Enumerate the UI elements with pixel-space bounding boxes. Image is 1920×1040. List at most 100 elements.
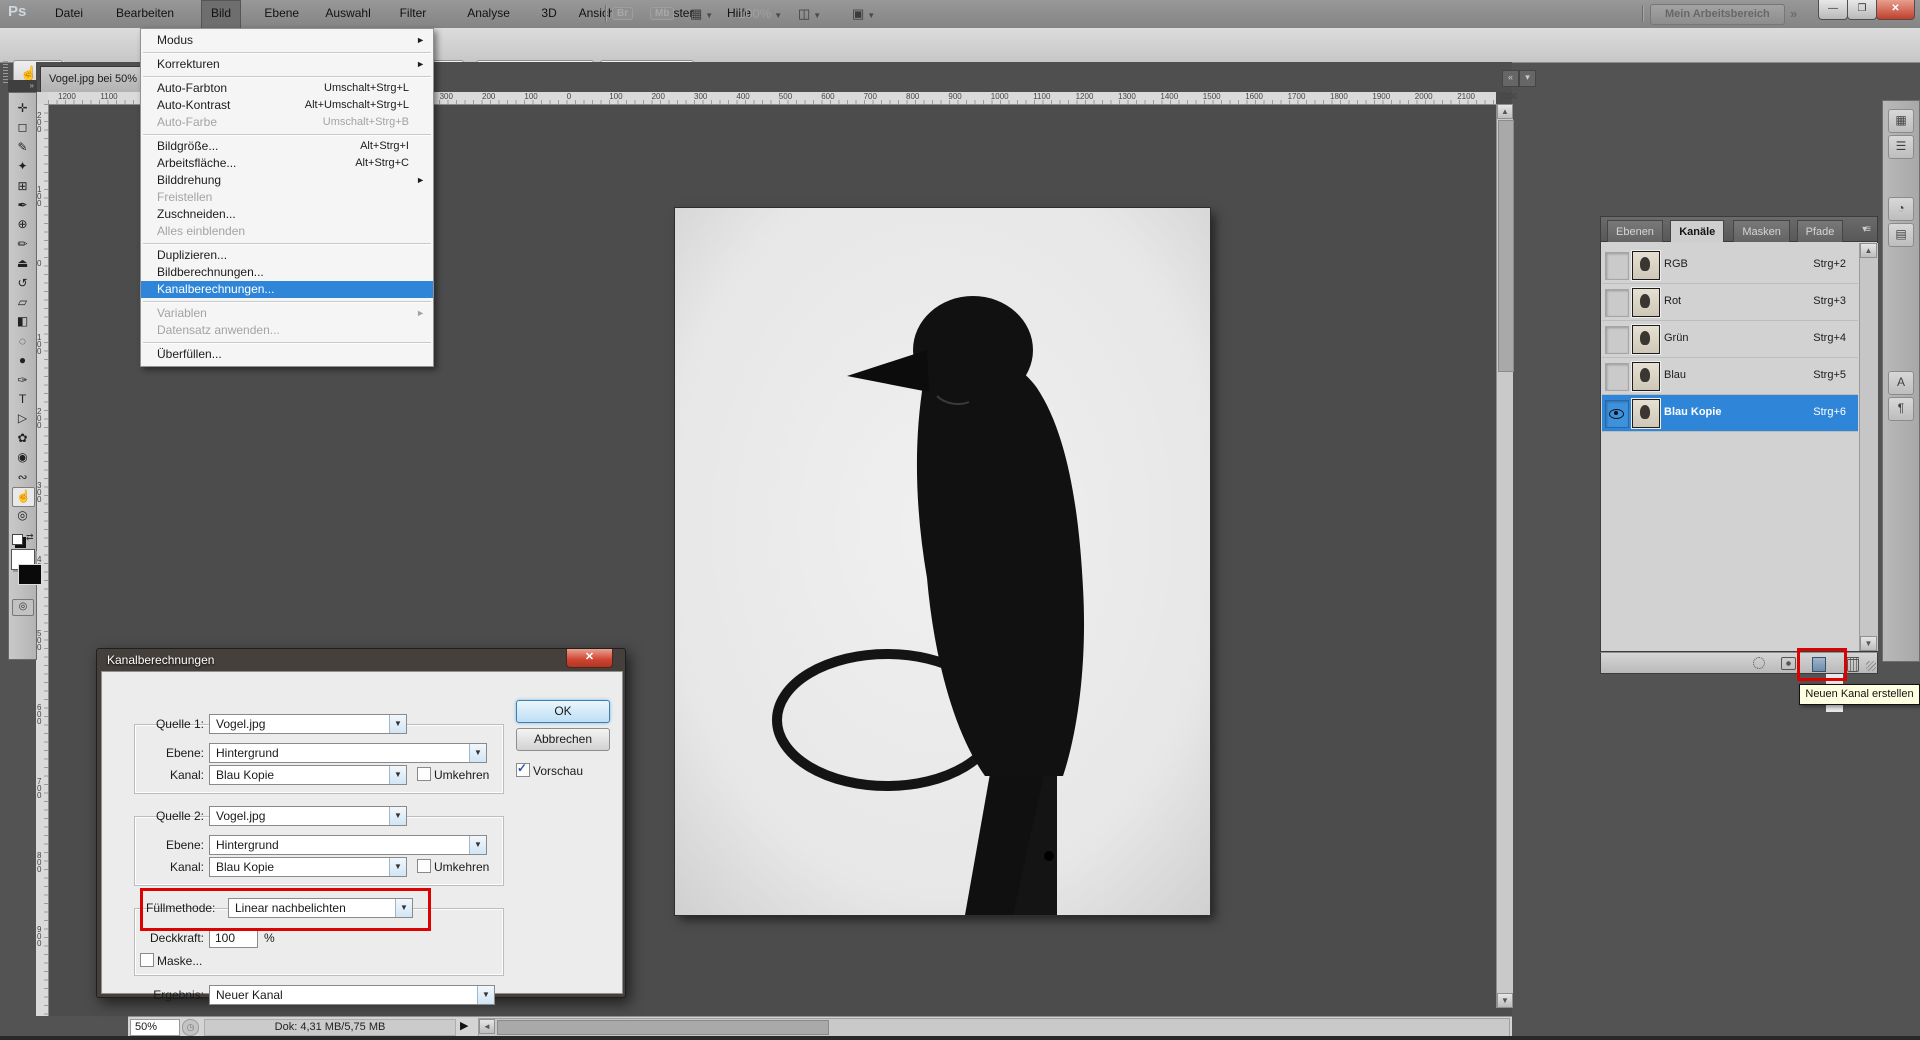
zoom-tool[interactable]: ◎	[12, 506, 33, 524]
eraser-tool[interactable]: ▱	[12, 293, 33, 311]
custom-shape-tool[interactable]: ✿	[12, 429, 33, 447]
pen-tool[interactable]: ✑	[12, 371, 33, 389]
canvas-image[interactable]	[675, 208, 1210, 915]
color-panel-icon[interactable]: ◔	[1888, 197, 1914, 221]
screen-mode-icon[interactable]: ▣▼	[852, 4, 875, 23]
character-panel-icon[interactable]: A	[1888, 371, 1914, 395]
channel-row-rgb[interactable]: RGBStrg+2	[1602, 247, 1858, 284]
3d-rotate-tool[interactable]: ◉	[12, 448, 33, 466]
history-brush-tool[interactable]: ↺	[12, 274, 33, 292]
styles-panel-icon[interactable]: ▤	[1888, 223, 1914, 247]
channel-row-blau-kopie[interactable]: Blau KopieStrg+6	[1602, 395, 1858, 432]
mask-checkbox[interactable]	[140, 953, 154, 967]
source2-channel-select[interactable]: Blau Kopie▼	[209, 857, 407, 877]
menu-3d[interactable]: 3D	[532, 0, 565, 27]
source2-select[interactable]: Vogel.jpg▼	[209, 806, 407, 826]
swap-colors-icon[interactable]: ⇄	[26, 532, 34, 543]
eyedropper-tool[interactable]: ✒	[12, 196, 33, 214]
menu-auswahl[interactable]: Auswahl	[316, 0, 379, 27]
scroll-down-icon[interactable]: ▼	[1497, 993, 1513, 1008]
brush-tool[interactable]: ✏	[12, 235, 33, 253]
visibility-toggle[interactable]	[1605, 289, 1629, 317]
histogram-panel-icon[interactable]: ☰	[1888, 135, 1914, 159]
type-tool[interactable]: T	[12, 390, 33, 408]
clone-stamp-tool[interactable]: ⏏	[12, 254, 33, 272]
scroll-down-icon[interactable]: ▼	[1860, 636, 1877, 651]
menu-item-datensatz-anwenden[interactable]: Datensatz anwenden...	[141, 322, 433, 339]
vertical-scroll-thumb[interactable]	[1498, 120, 1514, 372]
visibility-toggle[interactable]	[1605, 252, 1629, 280]
preview-checkbox[interactable]: ✓	[516, 763, 530, 777]
cancel-button[interactable]: Abbrechen	[516, 728, 610, 751]
arrange-documents-icon[interactable]: ◫▼	[798, 4, 821, 23]
horizontal-scroll-thumb[interactable]	[497, 1020, 829, 1035]
spot-healing-brush-tool[interactable]: ⊕	[12, 215, 33, 233]
source1-channel-select[interactable]: Blau Kopie▼	[209, 765, 407, 785]
workspace-overflow-icon[interactable]: »	[1790, 6, 1795, 21]
menu-bild[interactable]: Bild	[201, 0, 241, 28]
tab-masken[interactable]: Masken	[1733, 220, 1790, 244]
menu-item-arbeitsfläche[interactable]: Arbeitsfläche...Alt+Strg+C	[141, 155, 433, 172]
menu-item-zuschneiden[interactable]: Zuschneiden...	[141, 206, 433, 223]
toolbar-header[interactable]: »	[8, 80, 37, 92]
visibility-toggle[interactable]	[1605, 400, 1629, 428]
source1-select[interactable]: Vogel.jpg▼	[209, 714, 407, 734]
channel-row-rot[interactable]: RotStrg+3	[1602, 284, 1858, 321]
default-colors-icon[interactable]	[12, 534, 23, 545]
crop-tool[interactable]: ⊞	[12, 177, 33, 195]
load-channel-as-selection-icon[interactable]	[1753, 657, 1765, 669]
status-flyout-icon[interactable]: ▶	[460, 1019, 468, 1032]
menu-datei[interactable]: Datei	[46, 0, 92, 27]
panel-menu-icon[interactable]: ▾≡	[1862, 224, 1869, 235]
opacity-input[interactable]: 100	[209, 928, 258, 948]
burn-tool[interactable]: ●	[12, 351, 33, 369]
source1-invert-checkbox[interactable]	[417, 767, 431, 781]
save-selection-as-channel-icon[interactable]	[1781, 657, 1796, 670]
background-color-swatch[interactable]	[18, 564, 42, 585]
menu-item-überfüllen[interactable]: Überfüllen...	[141, 346, 433, 363]
gradient-tool[interactable]: ◧	[12, 312, 33, 330]
scroll-up-icon[interactable]: ▲	[1860, 243, 1877, 258]
tab-ebenen[interactable]: Ebenen	[1607, 220, 1663, 244]
scroll-up-icon[interactable]: ▲	[1497, 104, 1513, 119]
menu-analyse[interactable]: Analyse	[458, 0, 519, 27]
move-tool[interactable]: ✛	[12, 99, 33, 117]
channel-row-blau[interactable]: BlauStrg+5	[1602, 358, 1858, 395]
panel-resize-grip[interactable]	[1866, 661, 1876, 671]
source2-layer-select[interactable]: Hintergrund▼	[209, 835, 487, 855]
result-select[interactable]: Neuer Kanal▼	[209, 985, 495, 1005]
menu-item-auto-kontrast[interactable]: Auto-KontrastAlt+Umschalt+Strg+L	[141, 97, 433, 114]
rectangular-marquee-tool[interactable]: ◻	[12, 118, 33, 136]
menu-item-korrekturen[interactable]: Korrekturen►	[141, 56, 433, 73]
channel-row-grün[interactable]: GrünStrg+4	[1602, 321, 1858, 358]
menu-item-bildgröße[interactable]: Bildgröße...Alt+Strg+I	[141, 138, 433, 155]
menu-item-alles-einblenden[interactable]: Alles einblenden	[141, 223, 433, 240]
source1-layer-select[interactable]: Hintergrund▼	[209, 743, 487, 763]
menu-filter[interactable]: Filter	[391, 0, 436, 27]
quick-mask-button[interactable]: ◎	[12, 599, 34, 616]
menu-item-bilddrehung[interactable]: Bilddrehung►	[141, 172, 433, 189]
hand-tool[interactable]: ☝	[12, 487, 35, 507]
delete-channel-icon[interactable]	[1847, 657, 1859, 672]
menu-item-kanalberechnungen[interactable]: Kanalberechnungen...	[141, 281, 433, 298]
panel-scrollbar[interactable]: ▲ ▼	[1859, 243, 1878, 651]
menu-item-duplizieren[interactable]: Duplizieren...	[141, 247, 433, 264]
zoom-level-field[interactable]: 50%	[130, 1019, 180, 1036]
restore-button[interactable]: ❐	[1847, 0, 1877, 20]
paragraph-panel-icon[interactable]: ¶	[1888, 397, 1914, 421]
tab-list-icon[interactable]: ▾	[1519, 70, 1536, 87]
menu-item-freistellen[interactable]: Freistellen	[141, 189, 433, 206]
menu-item-modus[interactable]: Modus►	[141, 32, 433, 49]
view-extras-icon[interactable]: ▦▼	[690, 4, 713, 23]
close-button[interactable]: ✕	[1876, 0, 1915, 20]
visibility-toggle[interactable]	[1605, 326, 1629, 354]
lasso-tool[interactable]: ✎	[12, 138, 33, 156]
menu-bearbeiten[interactable]: Bearbeiten	[107, 0, 183, 27]
visibility-toggle[interactable]	[1605, 363, 1629, 391]
scroll-left-icon[interactable]: ◄	[479, 1019, 495, 1034]
path-selection-tool[interactable]: ▷	[12, 409, 33, 427]
tab-scroll-icon[interactable]: «	[1502, 70, 1519, 87]
menu-item-bildberechnungen[interactable]: Bildberechnungen...	[141, 264, 433, 281]
3d-orbit-tool[interactable]: ∾	[12, 468, 33, 486]
tab-pfade[interactable]: Pfade	[1797, 220, 1844, 244]
